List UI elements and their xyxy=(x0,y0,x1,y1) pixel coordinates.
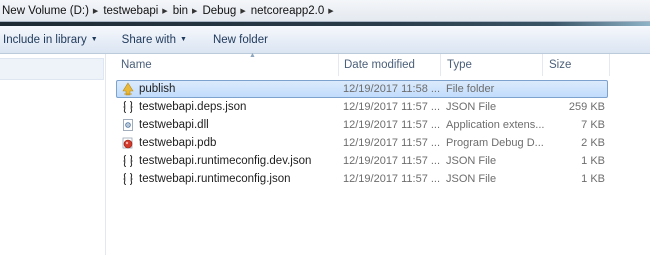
file-list[interactable]: ▲ Name Date modified Type Size publish 12… xyxy=(106,52,650,255)
json-file-icon xyxy=(121,154,135,168)
breadcrumb-bin[interactable]: bin xyxy=(171,5,191,17)
file-size: 1 KB xyxy=(581,155,605,167)
address-bar[interactable]: New Volume (D:) ▶ testwebapi ▶ bin ▶ Deb… xyxy=(0,0,650,22)
file-type: JSON File xyxy=(446,101,497,113)
dll-file-icon xyxy=(121,118,135,132)
file-size: 259 KB xyxy=(568,101,605,113)
column-divider[interactable] xyxy=(542,54,543,76)
file-date-modified: 12/19/2017 11:57 ... xyxy=(343,119,440,131)
command-bar: Include in library ▼ Share with ▼ New fo… xyxy=(0,26,650,54)
dropdown-arrow-icon: ▼ xyxy=(180,36,187,43)
column-divider[interactable] xyxy=(440,54,441,76)
file-size: 2 KB xyxy=(581,137,605,149)
file-date-modified: 12/19/2017 11:57 ... xyxy=(343,101,440,113)
new-folder-button[interactable]: New folder xyxy=(213,34,268,46)
chevron-right-icon[interactable]: ▶ xyxy=(161,7,170,15)
file-row[interactable]: publish 12/19/2017 11:58 ... File folder xyxy=(116,80,608,98)
dropdown-arrow-icon: ▼ xyxy=(90,36,98,43)
column-header: ▲ Name Date modified Type Size xyxy=(106,52,650,76)
file-name: testwebapi.pdb xyxy=(139,137,217,149)
chevron-right-icon[interactable]: ▶ xyxy=(92,7,101,15)
file-date-modified: 12/19/2017 11:58 ... xyxy=(343,83,440,95)
file-name: testwebapi.deps.json xyxy=(139,101,247,113)
file-size: 1 KB xyxy=(581,173,605,185)
file-row[interactable]: testwebapi.runtimeconfig.dev.json 12/19/2… xyxy=(116,152,608,170)
column-type[interactable]: Type xyxy=(447,54,472,76)
file-size: 7 KB xyxy=(581,119,605,131)
column-name[interactable]: Name xyxy=(121,54,152,76)
file-name: publish xyxy=(139,83,176,95)
json-file-icon xyxy=(121,100,135,114)
chevron-right-icon[interactable]: ▶ xyxy=(239,7,248,15)
share-with-button[interactable]: Share with ▼ xyxy=(122,34,187,46)
file-type: JSON File xyxy=(446,173,497,185)
include-in-library-button[interactable]: Include in library ▼ xyxy=(3,34,98,46)
column-divider[interactable] xyxy=(609,54,610,76)
file-row[interactable]: testwebapi.pdb 12/19/2017 11:57 ... Progra… xyxy=(116,134,608,152)
navigation-pane[interactable] xyxy=(0,54,106,255)
breadcrumb-netcoreapp[interactable]: netcoreapp2.0 xyxy=(249,5,328,17)
file-date-modified: 12/19/2017 11:57 ... xyxy=(343,173,440,185)
breadcrumb-testwebapi[interactable]: testwebapi xyxy=(101,5,161,17)
file-type: JSON File xyxy=(446,155,497,167)
new-folder-label: New folder xyxy=(212,33,268,46)
file-type: Program Debug D... xyxy=(446,137,544,149)
column-size[interactable]: Size xyxy=(549,54,571,76)
nav-selected-item[interactable] xyxy=(0,58,104,80)
column-date-modified[interactable]: Date modified xyxy=(344,54,415,76)
folder-icon xyxy=(121,82,135,96)
sort-ascending-icon: ▲ xyxy=(249,52,256,59)
file-date-modified: 12/19/2017 11:57 ... xyxy=(343,137,440,149)
breadcrumb-new-volume[interactable]: New Volume (D:) xyxy=(0,5,92,17)
json-file-icon xyxy=(121,172,135,186)
file-type: Application extens... xyxy=(446,119,544,131)
file-name: testwebapi.runtimeconfig.json xyxy=(139,173,291,185)
chevron-right-icon[interactable]: ▶ xyxy=(327,7,336,15)
file-name: testwebapi.dll xyxy=(139,119,209,131)
file-row[interactable]: testwebapi.deps.json 12/19/2017 11:57 ...… xyxy=(116,98,608,116)
chevron-right-icon[interactable]: ▶ xyxy=(191,7,200,15)
file-type: File folder xyxy=(446,83,495,95)
pdb-file-icon xyxy=(121,136,135,150)
column-divider[interactable] xyxy=(338,54,339,76)
file-date-modified: 12/19/2017 11:57 ... xyxy=(343,155,440,167)
file-row[interactable]: testwebapi.dll 12/19/2017 11:57 ... Applic… xyxy=(116,116,608,134)
breadcrumb-debug[interactable]: Debug xyxy=(200,5,239,17)
include-in-library-label: Include in library xyxy=(3,33,87,46)
share-with-label: Share with xyxy=(121,33,177,46)
file-size xyxy=(549,81,605,97)
file-name: testwebapi.runtimeconfig.dev.json xyxy=(139,155,312,167)
file-row[interactable]: testwebapi.runtimeconfig.json 12/19/2017 … xyxy=(116,170,608,188)
